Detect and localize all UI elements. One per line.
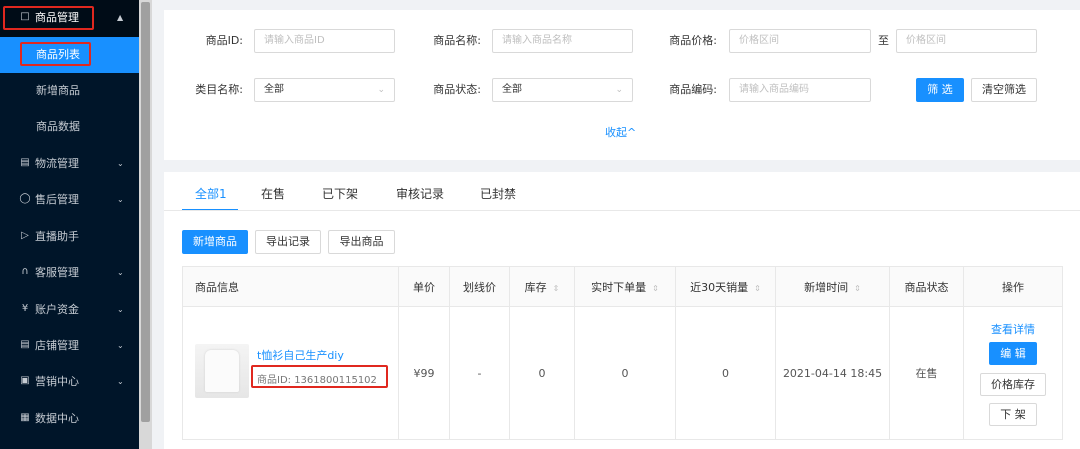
tab-banned[interactable]: 已封禁 xyxy=(480,186,516,202)
sidebar-item-live-assistant[interactable]: ▷ 直播助手 xyxy=(0,219,139,255)
sidebar-scrollbar-thumb[interactable] xyxy=(141,2,150,422)
chevron-down-icon: ⌄ xyxy=(615,85,623,95)
col-created-time[interactable]: 新增时间 ⇕ xyxy=(775,266,890,307)
product-code-input[interactable]: 请输入商品编码 xyxy=(729,78,871,102)
category-label: 类目名称: xyxy=(195,83,243,96)
status-label: 商品状态: xyxy=(433,83,481,96)
price-label: 商品价格: xyxy=(669,34,717,47)
chevron-down-icon: ⌄ xyxy=(117,377,124,386)
export-products-button[interactable]: 导出商品 xyxy=(328,230,395,254)
sidebar-item-customer-service[interactable]: ∩ 客服管理 ⌄ xyxy=(0,255,139,291)
col-operations: 操作 xyxy=(963,266,1063,307)
shield-icon: ◯ xyxy=(19,193,31,204)
off-shelf-button[interactable]: 下 架 xyxy=(989,403,1037,426)
price-range-separator: 至 xyxy=(878,34,889,47)
tab-review-records[interactable]: 审核记录 xyxy=(396,186,444,202)
tab-on-sale[interactable]: 在售 xyxy=(261,186,285,202)
tshirt-image xyxy=(205,350,239,392)
sidebar-item-store-management[interactable]: ▤ 店铺管理 ⌄ xyxy=(0,328,139,364)
sort-icon[interactable]: ⇕ xyxy=(854,284,861,293)
sales-30d-cell: 0 xyxy=(675,306,776,440)
truck-icon: ▤ xyxy=(20,157,30,168)
monitor-icon: ▣ xyxy=(20,375,30,386)
product-name-label: 商品名称: xyxy=(433,34,481,47)
product-id-input[interactable]: 请输入商品ID xyxy=(254,29,395,53)
chart-icon: ▦ xyxy=(20,412,30,423)
category-select[interactable]: 全部 ⌄ xyxy=(254,78,395,102)
tab-all[interactable]: 全部1 xyxy=(195,186,227,202)
filter-panel: 商品ID: 请输入商品ID 商品名称: 请输入商品名称 商品价格: 价格区间 至… xyxy=(164,10,1080,160)
chevron-down-icon: ⌄ xyxy=(117,341,124,350)
product-table: 商品信息 单价 划线价 库存 ⇕ 实时下单量 ⇕ 近30天销量 ⇕ 新增时间 ⇕ 商品状… xyxy=(182,266,1063,440)
price-min-input[interactable]: 价格区间 xyxy=(729,29,871,53)
strike-price-cell: - xyxy=(449,306,510,440)
stock-cell: 0 xyxy=(509,306,575,440)
sidebar-item-account-funds[interactable]: ¥ 账户资金 ⌄ xyxy=(0,292,139,328)
add-product-button[interactable]: 新增商品 xyxy=(182,230,248,254)
sidebar-sub-add-product[interactable]: 新增商品 xyxy=(0,73,139,109)
sidebar-item-marketing-center[interactable]: ▣ 营销中心 ⌄ xyxy=(0,364,139,400)
status-select[interactable]: 全部 ⌄ xyxy=(492,78,633,102)
video-icon: ▷ xyxy=(21,230,29,241)
sidebar-item-logistics[interactable]: ▤ 物流管理 ⌄ xyxy=(0,146,139,182)
status-cell: 在售 xyxy=(889,306,964,440)
col-stock[interactable]: 库存 ⇕ xyxy=(509,266,575,307)
chevron-up-icon: ▲ xyxy=(117,13,124,22)
edit-button[interactable]: 编 辑 xyxy=(989,342,1037,365)
highlight-box-product-list xyxy=(20,42,91,66)
tabs-divider xyxy=(164,210,1080,211)
yen-circle-icon: ¥ xyxy=(21,303,29,314)
collapse-link[interactable]: 收起^ xyxy=(605,126,636,140)
col-status: 商品状态 xyxy=(889,266,964,307)
sidebar-sub-product-data[interactable]: 商品数据 xyxy=(0,109,139,145)
chevron-down-icon: ⌄ xyxy=(117,195,124,204)
col-strike-price: 划线价 xyxy=(449,266,510,307)
export-records-button[interactable]: 导出记录 xyxy=(255,230,321,254)
chevron-down-icon: ⌄ xyxy=(117,305,124,314)
table-header-row: 商品信息 单价 划线价 库存 ⇕ 实时下单量 ⇕ 近30天销量 ⇕ 新增时间 ⇕ 商品状… xyxy=(182,266,1063,307)
chevron-down-icon: ⌄ xyxy=(377,85,385,95)
highlight-box-product-id xyxy=(251,365,388,388)
col-sales-30d[interactable]: 近30天销量 ⇕ xyxy=(675,266,776,307)
store-icon: ▤ xyxy=(20,339,30,350)
tab-off-shelf[interactable]: 已下架 xyxy=(322,186,358,202)
col-unit-price: 单价 xyxy=(398,266,450,307)
highlight-box-product-management xyxy=(3,6,94,30)
operations-cell: 查看详情 编 辑 价格库存 下 架 xyxy=(963,306,1063,440)
sidebar-item-data-center[interactable]: ▦ 数据中心 xyxy=(0,401,139,437)
sort-icon[interactable]: ⇕ xyxy=(652,284,659,293)
price-max-input[interactable]: 价格区间 xyxy=(896,29,1037,53)
clear-filter-button[interactable]: 清空筛选 xyxy=(971,78,1037,102)
sort-icon[interactable]: ⇕ xyxy=(754,284,761,293)
product-id-label: 商品ID: xyxy=(205,34,243,47)
chevron-down-icon: ⌄ xyxy=(117,268,124,277)
sidebar-item-after-sales[interactable]: ◯ 售后管理 ⌄ xyxy=(0,182,139,218)
product-thumbnail[interactable] xyxy=(195,344,249,398)
product-name-input[interactable]: 请输入商品名称 xyxy=(492,29,633,53)
view-details-link[interactable]: 查看详情 xyxy=(991,321,1035,337)
realtime-orders-cell: 0 xyxy=(574,306,676,440)
filter-button[interactable]: 筛 选 xyxy=(916,78,964,102)
product-name-link[interactable]: t恤衫自己生产diy xyxy=(257,347,344,363)
product-code-label: 商品编码: xyxy=(669,83,717,96)
chevron-down-icon: ⌄ xyxy=(117,159,124,168)
sort-icon[interactable]: ⇕ xyxy=(553,284,560,293)
headset-icon: ∩ xyxy=(21,266,29,277)
unit-price-cell: ¥99 xyxy=(398,306,450,440)
product-info-cell: t恤衫自己生产diy 商品ID: 1361800115102 xyxy=(182,306,399,440)
created-time-cell: 2021-04-14 18:45 xyxy=(775,306,890,440)
table-row: t恤衫自己生产diy 商品ID: 1361800115102 ¥99 - 0 0… xyxy=(182,306,1063,440)
col-realtime-orders[interactable]: 实时下单量 ⇕ xyxy=(574,266,676,307)
sidebar: □ 商品管理 ▲ 商品列表 新增商品 商品数据 ▤ 物流管理 ⌄ ◯ 售后管理 … xyxy=(0,0,139,449)
col-product-info: 商品信息 xyxy=(182,266,399,307)
product-list-panel: 全部1 在售 已下架 审核记录 已封禁 新增商品 导出记录 导出商品 商品信息 … xyxy=(164,172,1080,449)
price-stock-button[interactable]: 价格库存 xyxy=(980,373,1046,396)
